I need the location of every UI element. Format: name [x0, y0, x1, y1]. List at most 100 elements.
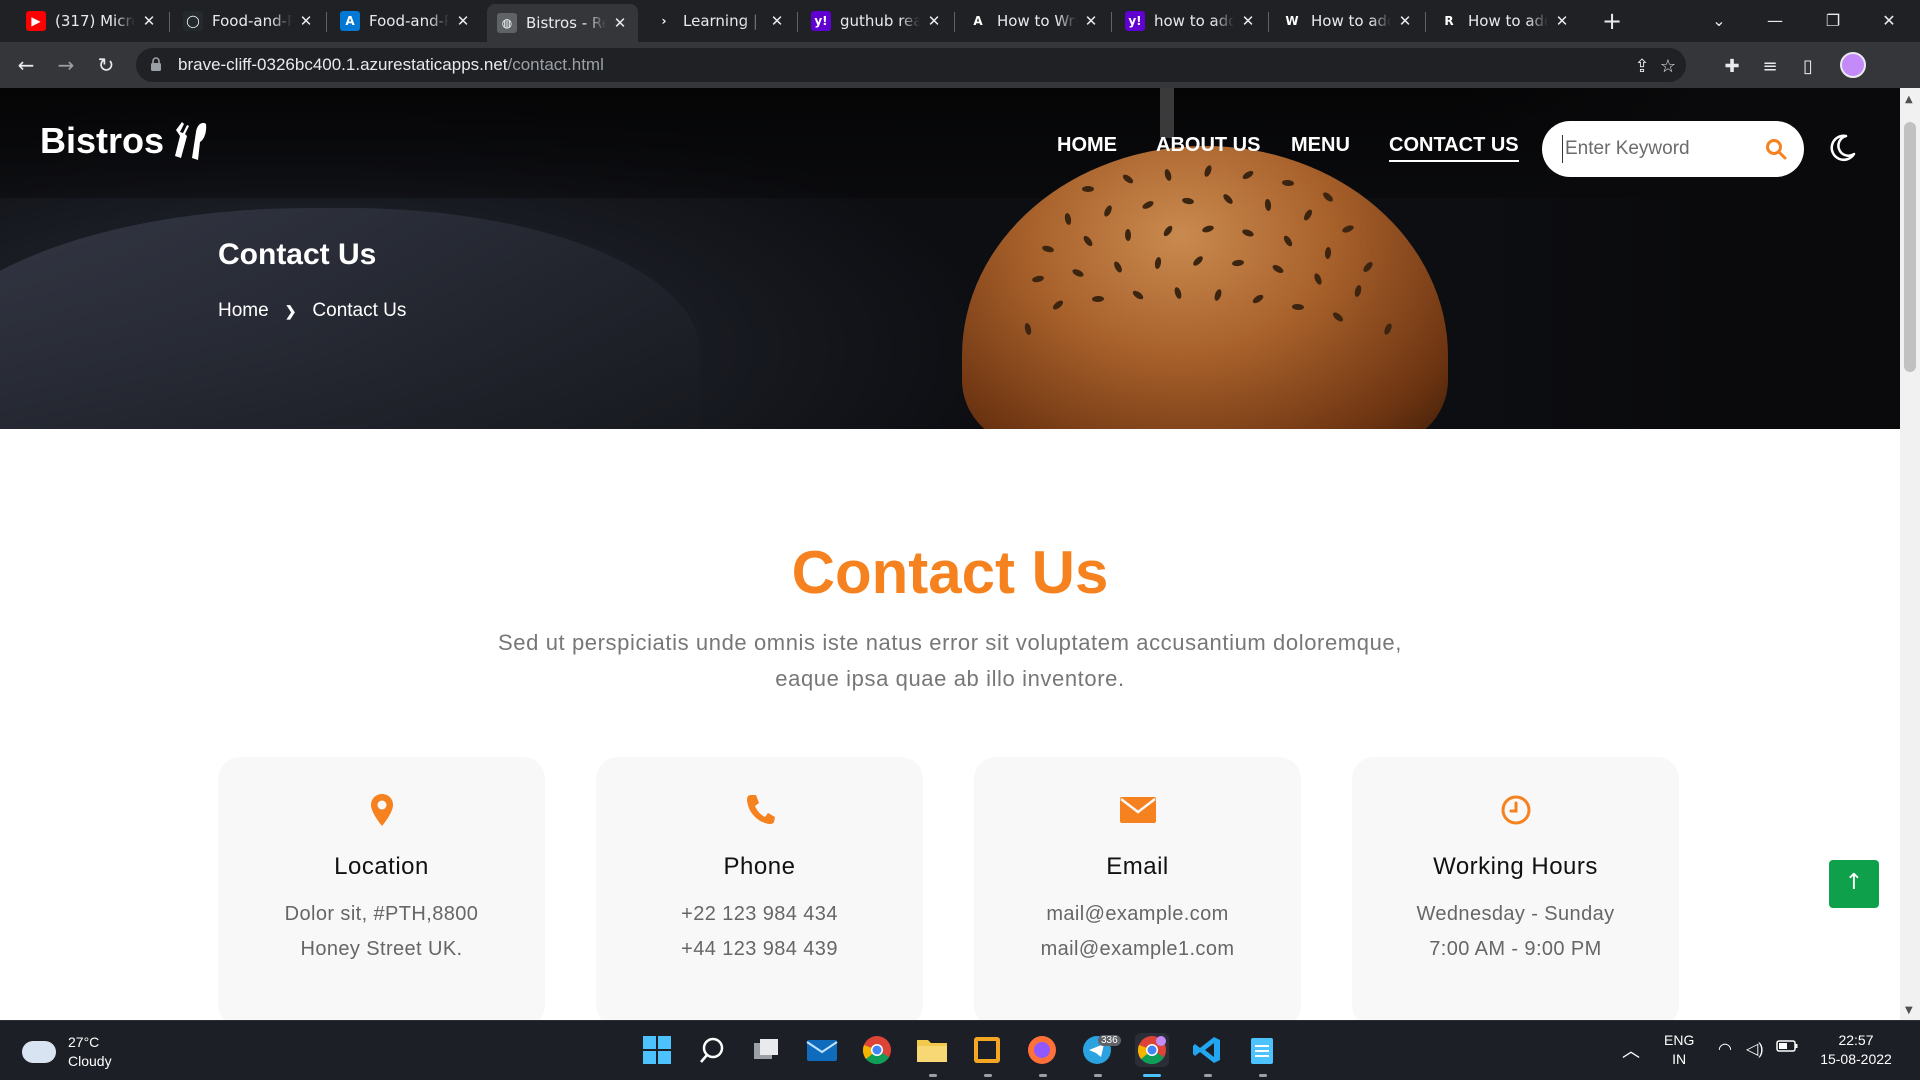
- file-explorer-icon[interactable]: [915, 1033, 949, 1067]
- battery-icon[interactable]: [1776, 1039, 1798, 1055]
- bookmark-star-icon[interactable]: ☆: [1656, 56, 1680, 77]
- close-tab-icon[interactable]: ✕: [769, 12, 785, 30]
- working-hours-card: Working Hours Wednesday - Sunday 7:00 AM…: [1352, 757, 1679, 1020]
- task-view-icon[interactable]: [750, 1033, 784, 1067]
- card-line: Dolor sit, #PTH,8800: [284, 903, 479, 925]
- search-icon[interactable]: [1764, 137, 1788, 161]
- chrome-icon[interactable]: [860, 1033, 894, 1067]
- tab-title: (317) Microsoft: [55, 12, 135, 30]
- site-logo[interactable]: Bistros: [40, 118, 210, 164]
- youtube-icon: ▶: [26, 11, 46, 31]
- tab-title: Learning | Frontend: [683, 12, 763, 30]
- running-indicator: [1259, 1074, 1267, 1077]
- browser-tab[interactable]: R How to add ✕: [1429, 6, 1580, 36]
- r-icon: R: [1439, 11, 1459, 31]
- sesame-seed: [1173, 286, 1183, 300]
- extensions-icon[interactable]: ✚: [1720, 56, 1744, 77]
- card-line[interactable]: +44 123 984 439: [596, 938, 923, 961]
- media-icon[interactable]: ≡: [1758, 56, 1782, 77]
- browser-tab[interactable]: W How to add ✕: [1272, 6, 1423, 36]
- nav-home[interactable]: HOME: [1057, 134, 1117, 157]
- sesame-seed: [1271, 263, 1285, 275]
- weather-widget[interactable]: 27°C Cloudy: [22, 1033, 112, 1071]
- mail-icon[interactable]: [805, 1033, 839, 1067]
- scroll-down-icon[interactable]: ▼: [1905, 1005, 1913, 1016]
- browser-tab[interactable]: ▶ (317) Microsoft ✕: [16, 6, 167, 36]
- search-icon[interactable]: [695, 1033, 729, 1067]
- chevron-right-icon: ❯: [284, 302, 297, 319]
- sesame-seed: [1163, 168, 1173, 182]
- close-tab-icon[interactable]: ✕: [1083, 12, 1099, 30]
- tab-search-icon[interactable]: ⌄: [1696, 6, 1742, 36]
- browser-tab[interactable]: A Food-and-Recipe ✕: [330, 6, 481, 36]
- windows-start-icon[interactable]: [640, 1033, 674, 1067]
- sesame-seed: [1302, 208, 1314, 222]
- sesame-seed: [1124, 228, 1132, 242]
- sesame-seed: [1041, 244, 1055, 254]
- sesame-seed: [1102, 204, 1114, 218]
- card-title: Working Hours: [1433, 853, 1598, 880]
- browser-tab[interactable]: A How to Write ✕: [958, 6, 1109, 36]
- card-line[interactable]: mail@example1.com: [974, 938, 1301, 961]
- close-tab-icon[interactable]: ✕: [141, 12, 157, 30]
- wifi-icon[interactable]: ◠: [1718, 1039, 1732, 1059]
- close-tab-icon[interactable]: ✕: [1554, 12, 1570, 30]
- scrollbar-thumb[interactable]: [1904, 122, 1916, 372]
- nav-contact-us[interactable]: CONTACT US: [1389, 134, 1519, 162]
- close-tab-icon[interactable]: ✕: [612, 14, 628, 32]
- page-scrollbar[interactable]: ▲ ▼: [1900, 88, 1920, 1020]
- volume-icon[interactable]: ◁): [1746, 1039, 1764, 1059]
- vscode-icon[interactable]: [1190, 1033, 1224, 1067]
- clock-icon: [1501, 795, 1530, 825]
- app-icon[interactable]: [970, 1033, 1004, 1067]
- breadcrumb-home[interactable]: Home: [218, 300, 269, 322]
- close-window-button[interactable]: ✕: [1866, 6, 1912, 36]
- forward-icon[interactable]: →: [50, 50, 82, 82]
- browser-tab[interactable]: ◍ Bistros - Restaurant ✕: [487, 4, 638, 42]
- browser-tab[interactable]: › Learning | Frontend ✕: [644, 6, 795, 36]
- nav-about-us[interactable]: ABOUT US: [1156, 134, 1260, 157]
- share-icon[interactable]: ⇪: [1630, 56, 1654, 77]
- web-page: Bistros HOME ABOUT US MENU CONTACT US Co…: [0, 88, 1900, 1020]
- close-tab-icon[interactable]: ✕: [298, 12, 314, 30]
- sesame-seed: [1251, 293, 1265, 305]
- restore-button[interactable]: ❐: [1810, 6, 1856, 36]
- profile-avatar[interactable]: [1840, 52, 1866, 78]
- scroll-up-icon[interactable]: ▲: [1905, 94, 1913, 105]
- chevron-up-icon[interactable]: ︿: [1622, 1037, 1640, 1063]
- card-line[interactable]: +22 123 984 434: [596, 903, 923, 926]
- notepad-icon[interactable]: [1245, 1033, 1279, 1067]
- dark-mode-moon-icon[interactable]: [1826, 132, 1858, 164]
- nav-menu[interactable]: MENU: [1291, 134, 1350, 157]
- search-input[interactable]: [1562, 135, 1752, 163]
- close-tab-icon[interactable]: ✕: [926, 12, 942, 30]
- learning-icon: ›: [654, 11, 674, 31]
- browser-tab-strip: ▶ (317) Microsoft ✕ ◯ Food-and-Recipe ✕ A Food-…: [0, 0, 1920, 42]
- sesame-seed: [1321, 190, 1335, 204]
- browser-tab[interactable]: y! how to add ✕: [1115, 6, 1266, 36]
- browser-tab[interactable]: y! guthub readme ✕: [801, 6, 952, 36]
- back-icon[interactable]: ←: [10, 50, 42, 82]
- chrome-profile-icon[interactable]: [1135, 1033, 1169, 1067]
- running-indicator: [1039, 1074, 1047, 1077]
- clock[interactable]: 22:57 15-08-2022: [1816, 1031, 1896, 1069]
- close-tab-icon[interactable]: ✕: [1397, 12, 1413, 30]
- sesame-seed: [1312, 272, 1324, 286]
- back-to-top-button[interactable]: ↑: [1829, 860, 1879, 908]
- new-tab-button[interactable]: +: [1598, 8, 1626, 36]
- browser-tab[interactable]: ◯ Food-and-Recipe ✕: [173, 6, 324, 36]
- minimize-button[interactable]: —: [1752, 6, 1798, 36]
- card-line[interactable]: mail@example.com: [974, 903, 1301, 926]
- close-tab-icon[interactable]: ✕: [455, 12, 471, 30]
- side-panel-icon[interactable]: ▯: [1796, 56, 1820, 77]
- reload-icon[interactable]: ↻: [90, 50, 122, 82]
- tab-title: guthub readme: [840, 12, 920, 30]
- tab-title: how to add: [1154, 12, 1234, 30]
- address-bar[interactable]: brave-cliff-0326bc400.1.azurestaticapps.…: [136, 48, 1686, 82]
- language-indicator[interactable]: ENG IN: [1664, 1031, 1694, 1069]
- firefox-icon[interactable]: [1025, 1033, 1059, 1067]
- logo-text: Bistros: [40, 120, 165, 161]
- close-tab-icon[interactable]: ✕: [1240, 12, 1256, 30]
- tab-separator: [1425, 12, 1426, 32]
- tab-title: How to add: [1311, 12, 1391, 30]
